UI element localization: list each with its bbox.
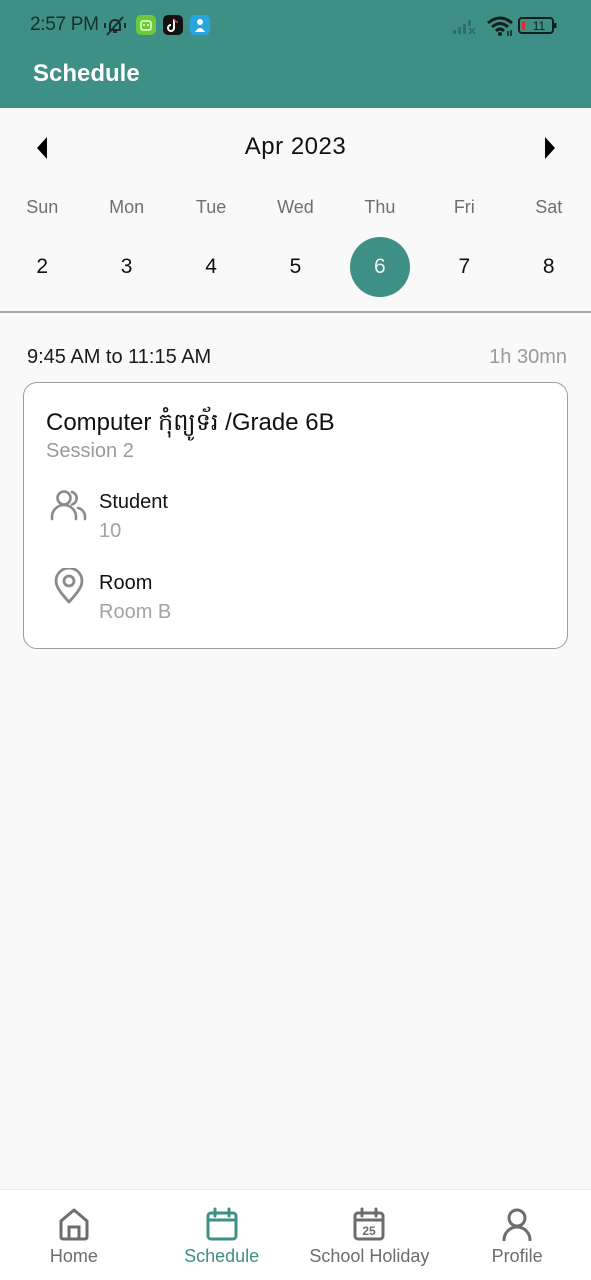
student-count: 10 <box>99 520 122 542</box>
nav-item-school-holiday[interactable]: 25 School Holiday <box>296 1190 444 1280</box>
nav-label: Profile <box>491 1246 543 1266</box>
app-green-icon <box>136 15 156 35</box>
home-icon <box>58 1206 90 1242</box>
signal-none-icon <box>452 17 480 40</box>
app-blue-icon <box>190 15 210 35</box>
status-bar: 2:57 PM 11 <box>0 0 591 52</box>
person-icon <box>501 1206 533 1242</box>
weekday-label: Fri <box>453 197 475 217</box>
day-number: 8 <box>542 255 555 278</box>
day-number: 4 <box>205 255 217 278</box>
day-cell[interactable]: 5 <box>253 237 337 297</box>
notifications-muted-icon <box>103 15 127 42</box>
weekday-label: Mon <box>109 197 145 217</box>
day-number: 5 <box>289 255 302 278</box>
nav-item-profile[interactable]: Profile <box>443 1190 591 1280</box>
day-cell[interactable]: 7 <box>422 237 506 297</box>
battery-icon: 11 <box>518 16 558 41</box>
weekday-label: Thu <box>364 197 396 217</box>
calendar-icon <box>206 1206 238 1242</box>
tiktok-icon <box>163 15 183 35</box>
day-number: 3 <box>120 255 133 278</box>
nav-label: School Holiday <box>309 1246 430 1266</box>
day-cell[interactable]: 4 <box>169 237 253 297</box>
users-icon <box>50 489 88 526</box>
nav-label: Schedule <box>184 1246 260 1266</box>
room-label: Room <box>99 572 153 594</box>
day-number: 6 <box>349 237 410 297</box>
bottom-navigation: Home Schedule 25 School Holiday Profile <box>0 1189 591 1280</box>
student-label: Student <box>99 491 168 513</box>
weekday-label: Tue <box>195 197 227 217</box>
weekday-label: Wed <box>277 197 314 217</box>
weekday-label: Sat <box>535 197 563 217</box>
next-week-button[interactable] <box>538 136 562 160</box>
app-header: 2:57 PM 11 Schedule <box>0 0 591 108</box>
day-cell-selected[interactable]: 6 <box>338 237 422 297</box>
day-cell[interactable]: 2 <box>0 237 84 297</box>
session-title: Computer កុំព្យូទ័រ /Grade 6B <box>46 409 335 436</box>
weekday-header-row: Sun Mon Tue Wed Thu Fri Sat <box>0 197 591 218</box>
session-card[interactable]: Computer កុំព្យូទ័រ /Grade 6B Session 2 … <box>23 382 568 649</box>
room-name: Room B <box>99 601 172 623</box>
battery-level: 11 <box>533 19 546 33</box>
calendar-25-icon: 25 <box>353 1206 385 1242</box>
nav-item-home[interactable]: Home <box>0 1190 148 1280</box>
location-pin-icon <box>53 566 85 609</box>
week-calendar: Apr 2023 Sun Mon Tue Wed Thu Fri Sat 2 3… <box>0 108 591 313</box>
page-title: Schedule <box>33 60 140 87</box>
triangle-right-icon <box>545 137 555 159</box>
status-time: 2:57 PM <box>30 14 99 35</box>
wifi-icon <box>486 15 514 42</box>
nav-label: Home <box>49 1246 98 1266</box>
svg-text:25: 25 <box>363 1224 377 1238</box>
day-row: 2 3 4 5 6 7 8 <box>0 237 591 297</box>
weekday-label: Sun <box>26 197 59 217</box>
month-label: Apr 2023 <box>244 133 347 160</box>
day-number: 2 <box>36 255 49 278</box>
session-duration: 1h 30mn <box>489 346 567 368</box>
session-time-range: 9:45 AM to 11:15 AM <box>27 346 212 368</box>
nav-item-schedule[interactable]: Schedule <box>148 1190 296 1280</box>
day-cell[interactable]: 3 <box>84 237 168 297</box>
day-number: 7 <box>458 255 471 278</box>
session-subtitle: Session 2 <box>46 440 134 462</box>
day-cell[interactable]: 8 <box>507 237 591 297</box>
